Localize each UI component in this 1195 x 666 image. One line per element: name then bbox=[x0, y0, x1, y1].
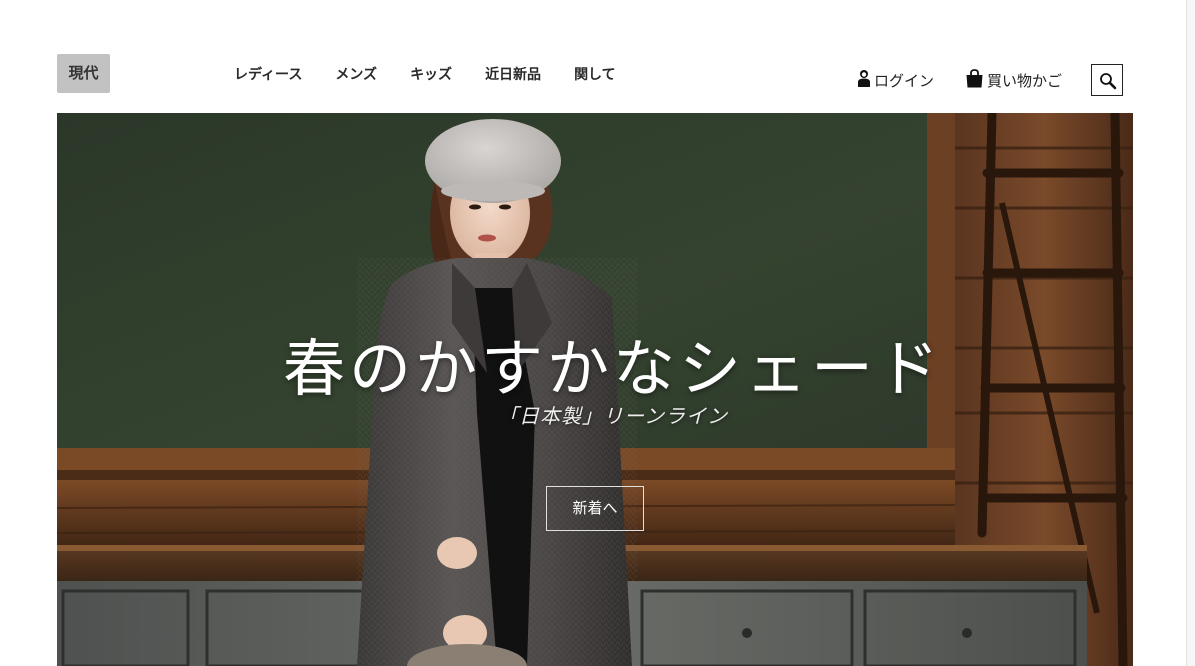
cart-link[interactable]: 買い物かご bbox=[965, 66, 1062, 94]
nav-item-ladies[interactable]: レディース bbox=[234, 63, 302, 87]
page: 現代 レディース メンズ キッズ 近日新品 関して ログイン 買い物かご 春のか… bbox=[0, 0, 1195, 666]
main-nav: レディース メンズ キッズ 近日新品 関して bbox=[234, 63, 649, 87]
new-arrivals-button[interactable]: 新着へ bbox=[546, 486, 644, 531]
vertical-scrollbar[interactable] bbox=[1186, 0, 1195, 666]
login-link[interactable]: ログイン bbox=[857, 66, 934, 94]
hero-title: 春のかすかなシェード bbox=[282, 332, 943, 405]
shopping-bag-icon bbox=[965, 68, 984, 92]
cart-label: 買い物かご bbox=[987, 71, 1063, 90]
search-button[interactable] bbox=[1091, 64, 1123, 96]
nav-item-kids[interactable]: キッズ bbox=[410, 63, 452, 87]
login-label: ログイン bbox=[874, 71, 935, 90]
site-logo[interactable]: 現代 bbox=[57, 54, 110, 93]
person-icon bbox=[857, 69, 871, 91]
nav-item-mens[interactable]: メンズ bbox=[335, 63, 377, 87]
nav-item-about[interactable]: 関して bbox=[574, 63, 616, 87]
hero-subtitle: 「日本製」リーンライン bbox=[498, 404, 728, 428]
search-icon bbox=[1100, 73, 1117, 90]
nav-item-coming-soon[interactable]: 近日新品 bbox=[485, 63, 541, 87]
